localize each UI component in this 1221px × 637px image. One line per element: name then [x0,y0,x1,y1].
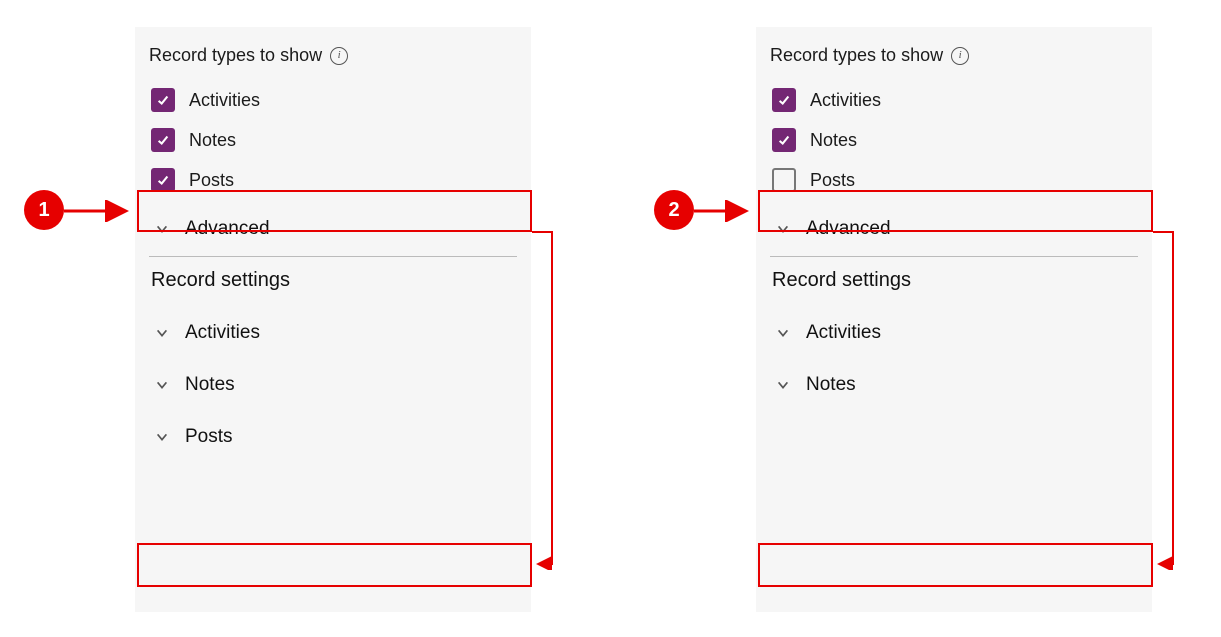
checkbox-activities[interactable] [151,88,175,112]
checkmark-icon [156,133,170,147]
checkmark-icon [777,93,791,107]
info-icon[interactable]: i [330,47,348,65]
checkbox-activities[interactable] [772,88,796,112]
record-settings-header: Record settings [151,269,517,292]
chevron-down-icon [776,222,790,236]
settings-panel-2: Record types to show i Activities Notes … [756,27,1152,612]
annotation-step-number: 1 [38,199,49,222]
record-types-header: Record types to show i [770,45,1138,66]
info-icon[interactable]: i [951,47,969,65]
checkbox-row-posts[interactable]: Posts [770,162,1138,198]
annotation-step-badge-2: 2 [654,190,694,230]
annotation-arrow-2 [694,200,758,222]
record-types-label: Record types to show [770,45,943,66]
settings-item-label: Posts [185,426,233,448]
chevron-down-icon [155,222,169,236]
annotation-step-number: 2 [668,199,679,222]
checkbox-notes[interactable] [772,128,796,152]
expand-advanced[interactable]: Advanced [149,208,517,250]
expand-notes[interactable]: Notes [149,364,517,406]
annotation-step-badge-1: 1 [24,190,64,230]
checkmark-icon [156,93,170,107]
chevron-down-icon [155,378,169,392]
divider [149,256,517,257]
checkbox-posts[interactable] [772,168,796,192]
settings-item-label: Notes [185,374,235,396]
expand-advanced[interactable]: Advanced [770,208,1138,250]
checkbox-label: Activities [189,90,260,111]
chevron-down-icon [155,430,169,444]
checkbox-label: Notes [810,130,857,151]
checkbox-posts[interactable] [151,168,175,192]
settings-item-label: Notes [806,374,856,396]
checkbox-label: Activities [810,90,881,111]
expand-activities[interactable]: Activities [770,312,1138,354]
checkbox-row-notes[interactable]: Notes [149,122,517,158]
checkbox-notes[interactable] [151,128,175,152]
checkbox-label: Posts [189,170,234,191]
chevron-down-icon [776,326,790,340]
settings-panel-1: Record types to show i Activities Notes … [135,27,531,612]
checkbox-row-activities[interactable]: Activities [149,82,517,118]
checkmark-icon [156,173,170,187]
checkbox-label: Notes [189,130,236,151]
divider [770,256,1138,257]
annotation-connector-2 [1151,230,1191,570]
record-settings-header: Record settings [772,269,1138,292]
record-types-label: Record types to show [149,45,322,66]
expand-activities[interactable]: Activities [149,312,517,354]
checkmark-icon [777,133,791,147]
checkbox-row-notes[interactable]: Notes [770,122,1138,158]
annotation-connector-1 [530,230,570,570]
expand-posts[interactable]: Posts [149,416,517,458]
checkbox-row-activities[interactable]: Activities [770,82,1138,118]
checkbox-row-posts[interactable]: Posts [149,162,517,198]
chevron-down-icon [776,378,790,392]
chevron-down-icon [155,326,169,340]
record-types-header: Record types to show i [149,45,517,66]
settings-item-label: Activities [185,322,260,344]
advanced-label: Advanced [806,218,891,240]
advanced-label: Advanced [185,218,270,240]
checkbox-label: Posts [810,170,855,191]
annotation-arrow-1 [64,200,138,222]
expand-notes[interactable]: Notes [770,364,1138,406]
settings-item-label: Activities [806,322,881,344]
